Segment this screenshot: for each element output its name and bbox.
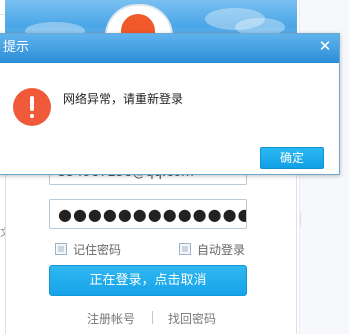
screen: 文 354987258@qq.com ●●●●●●●●●●●●●●●● 记住密码… <box>0 0 349 334</box>
ok-button[interactable]: 确定 <box>260 147 324 169</box>
auto-login-label: 自动登录 <box>197 243 246 257</box>
auto-login-checkbox[interactable]: 自动登录 <box>179 243 245 257</box>
checkbox-icon <box>179 243 191 255</box>
exclamation-dot <box>30 114 34 118</box>
exclamation-circle-icon <box>13 88 51 126</box>
dialog-title-bar[interactable]: 提示 ✕ <box>0 34 339 63</box>
remember-password-label: 记住密码 <box>73 243 122 257</box>
dialog-message: 网络异常，请重新登录 <box>63 92 184 106</box>
exclamation-bar <box>30 96 34 111</box>
password-input[interactable]: ●●●●●●●●●●●●●●●● <box>49 199 247 229</box>
checkbox-icon <box>55 243 67 255</box>
remember-password-checkbox[interactable]: 记住密码 <box>55 243 121 257</box>
link-separator <box>152 311 153 324</box>
close-icon[interactable]: ✕ <box>318 38 332 54</box>
dialog-title: 提示 <box>3 40 30 55</box>
register-account-link[interactable]: 注册帐号 <box>87 310 135 327</box>
alert-dialog: 提示 ✕ 网络异常，请重新登录 确定 <box>0 33 340 175</box>
background-divider-vertical <box>300 211 301 227</box>
login-links: 注册帐号 找回密码 <box>5 310 297 326</box>
login-cancel-button[interactable]: 正在登录，点击取消 <box>49 265 247 296</box>
recover-password-link[interactable]: 找回密码 <box>168 310 216 327</box>
